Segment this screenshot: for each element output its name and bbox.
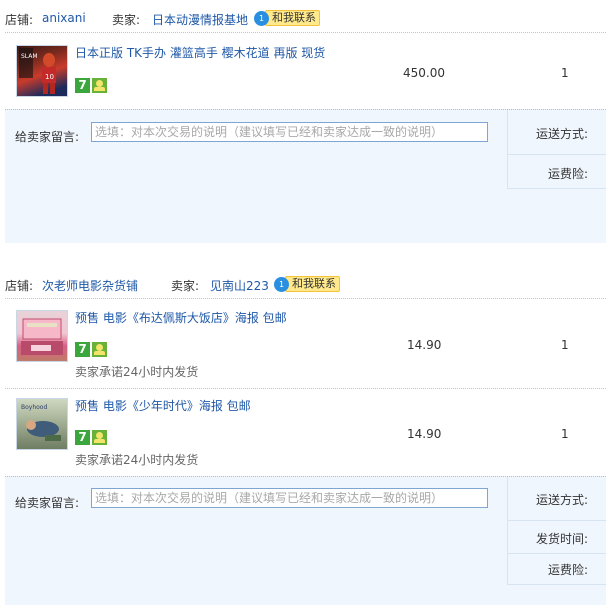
consumer-protection-icon bbox=[92, 342, 107, 357]
shipping-method-row[interactable]: 运送方式: bbox=[508, 110, 606, 155]
svg-text:SLAM: SLAM bbox=[21, 53, 38, 60]
shop-header: 店铺: anixani 卖家: 日本动漫情报基地 1 和我联系 bbox=[0, 8, 606, 30]
shipping-options: 运送方式: 运费险: bbox=[507, 110, 606, 189]
seller-label: 卖家: bbox=[171, 279, 200, 293]
message-input[interactable] bbox=[91, 122, 488, 142]
delivery-time-label: 发货时间: bbox=[535, 532, 588, 546]
order-options-panel: 给卖家留言: 运送方式: 发货时间: 运费险: bbox=[5, 476, 606, 605]
contact-seller-label: 和我联系 bbox=[265, 10, 320, 26]
poster-image-icon: Boyhood bbox=[21, 404, 61, 441]
delivery-time-row[interactable]: 发货时间: bbox=[508, 521, 606, 554]
chat-bubble-icon: 1 bbox=[254, 10, 269, 26]
consumer-protection-icon bbox=[92, 78, 107, 93]
seller-name-link[interactable]: 日本动漫情报基地 bbox=[152, 11, 248, 28]
shop-header: 店铺: 次老师电影杂货铺 卖家: 见南山223 1 和我联系 bbox=[0, 274, 606, 296]
shipping-method-label: 运送方式: bbox=[535, 493, 588, 507]
item-title-link[interactable]: 日本正版 TK手办 灌篮高手 樱木花道 再版 现货 bbox=[75, 44, 325, 61]
seven-day-return-icon: 7 bbox=[75, 430, 90, 445]
shipping-insurance-label: 运费险: bbox=[547, 563, 588, 577]
shop-label: 店铺: bbox=[5, 279, 34, 293]
shipping-promise: 卖家承诺24小时内发货 bbox=[75, 365, 199, 379]
seven-day-return-icon: 7 bbox=[75, 78, 90, 93]
shipping-insurance-row[interactable]: 运费险: bbox=[508, 155, 606, 189]
message-input[interactable] bbox=[91, 488, 488, 508]
item-price: 14.90 bbox=[407, 338, 442, 352]
order-options-panel: 给卖家留言: 运送方式: 运费险: bbox=[5, 109, 606, 243]
cart-item-row: 预售 电影《布达佩斯大饭店》海报 包邮 7 卖家承诺24小时内发货 14.90 … bbox=[5, 298, 606, 388]
shipping-insurance-row[interactable]: 运费险: bbox=[508, 554, 606, 585]
shipping-insurance-label: 运费险: bbox=[547, 167, 588, 181]
contact-seller-button[interactable]: 1 和我联系 bbox=[254, 9, 320, 27]
item-badges: 7 bbox=[75, 430, 107, 445]
item-quantity: 1 bbox=[561, 427, 569, 441]
figure-image-icon: SLAM 10 bbox=[19, 48, 56, 94]
contact-seller-label: 和我联系 bbox=[285, 276, 340, 292]
item-thumbnail[interactable] bbox=[16, 310, 68, 362]
cart-item-row: SLAM 10 日本正版 TK手办 灌篮高手 樱木花道 再版 现货 7 450.… bbox=[5, 32, 606, 109]
svg-text:Boyhood: Boyhood bbox=[21, 404, 47, 411]
poster-image-icon bbox=[21, 318, 63, 355]
contact-seller-button[interactable]: 1 和我联系 bbox=[274, 275, 340, 293]
consumer-protection-icon bbox=[92, 430, 107, 445]
message-label: 给卖家留言: bbox=[15, 496, 80, 510]
shop-name-link[interactable]: 次老师电影杂货铺 bbox=[42, 277, 138, 294]
message-label: 给卖家留言: bbox=[15, 130, 80, 144]
item-price: 450.00 bbox=[403, 66, 445, 80]
shop-label: 店铺: bbox=[5, 13, 34, 27]
chat-bubble-icon: 1 bbox=[274, 276, 289, 292]
seller-label: 卖家: bbox=[112, 13, 141, 27]
cart-item-row: Boyhood 预售 电影《少年时代》海报 包邮 7 卖家承诺24小时内发货 1… bbox=[5, 388, 606, 476]
item-price: 14.90 bbox=[407, 427, 442, 441]
item-quantity: 1 bbox=[561, 66, 569, 80]
shipping-options: 运送方式: 发货时间: 运费险: bbox=[507, 477, 606, 585]
item-thumbnail[interactable]: SLAM 10 bbox=[16, 45, 68, 97]
item-quantity: 1 bbox=[561, 338, 569, 352]
item-badges: 7 bbox=[75, 78, 107, 93]
seller-name-link[interactable]: 见南山223 bbox=[210, 277, 269, 294]
seven-day-return-icon: 7 bbox=[75, 342, 90, 357]
svg-text:10: 10 bbox=[45, 73, 54, 81]
item-title-link[interactable]: 预售 电影《少年时代》海报 包邮 bbox=[75, 397, 251, 414]
item-badges: 7 bbox=[75, 342, 107, 357]
item-thumbnail[interactable]: Boyhood bbox=[16, 398, 68, 450]
shipping-method-label: 运送方式: bbox=[535, 127, 588, 141]
shop-name-link[interactable]: anixani bbox=[42, 11, 86, 25]
item-title-link[interactable]: 预售 电影《布达佩斯大饭店》海报 包邮 bbox=[75, 309, 287, 326]
shipping-promise: 卖家承诺24小时内发货 bbox=[75, 453, 199, 467]
shipping-method-row[interactable]: 运送方式: bbox=[508, 477, 606, 521]
